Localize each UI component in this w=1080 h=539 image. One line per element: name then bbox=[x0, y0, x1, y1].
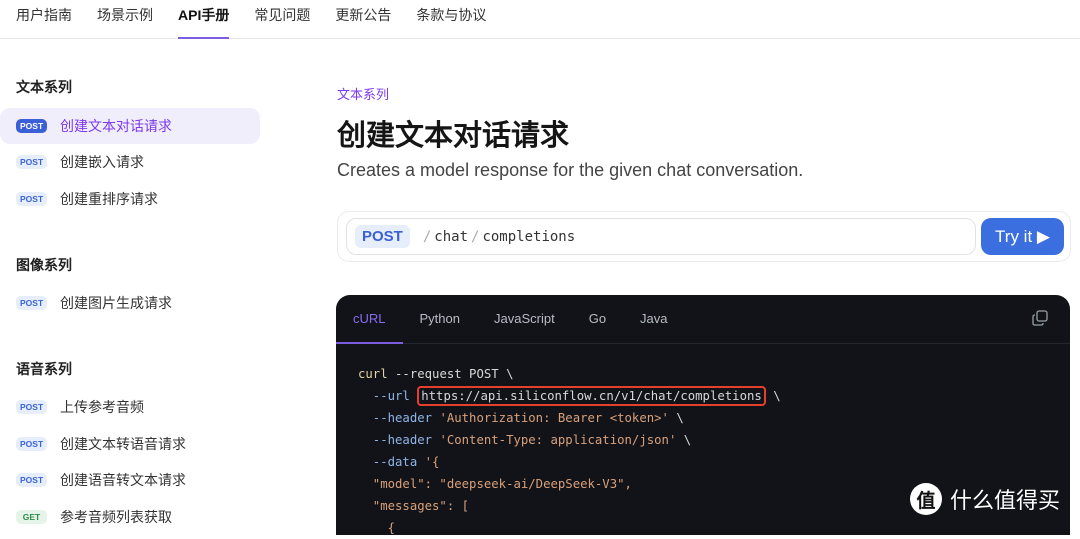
page-description: Creates a model response for the given c… bbox=[337, 160, 804, 180]
sidebar-item[interactable]: POST 创建图片生成请求 bbox=[0, 285, 260, 321]
tab-go[interactable]: Go bbox=[572, 295, 623, 343]
sidebar-item[interactable]: POST 创建嵌入请求 bbox=[0, 144, 260, 180]
nav-user-guide[interactable]: 用户指南 bbox=[16, 0, 72, 39]
code-token: \ bbox=[676, 433, 692, 447]
code-token: '{ bbox=[424, 455, 440, 469]
language-tabs: cURL Python JavaScript Go Java bbox=[336, 295, 1070, 344]
code-token: 'Content-Type: application/json' bbox=[439, 433, 677, 447]
tab-curl[interactable]: cURL bbox=[336, 295, 403, 344]
code-token: --url bbox=[358, 389, 418, 403]
try-it-button[interactable]: Try it ▶ bbox=[981, 218, 1064, 255]
sidebar-item[interactable]: POST 创建文本对话请求 bbox=[0, 108, 260, 144]
tab-python[interactable]: Python bbox=[403, 295, 477, 343]
sidebar-item-label: 上传参考音频 bbox=[60, 399, 144, 415]
sidebar-item[interactable]: POST 上传参考音频 bbox=[0, 389, 260, 425]
sidebar-item[interactable]: GET 参考音频列表获取 bbox=[0, 499, 260, 535]
method-badge: POST bbox=[16, 155, 47, 169]
code-token: --data bbox=[358, 455, 425, 469]
code-token: --request POST \ bbox=[387, 367, 514, 381]
sidebar-item[interactable]: POST 创建文本转语音请求 bbox=[0, 426, 260, 462]
code-token: 'Authorization: Bearer <token>' bbox=[439, 411, 669, 425]
section-heading: 文本系列 bbox=[16, 79, 72, 95]
section-heading: 图像系列 bbox=[16, 257, 72, 273]
code-token: { bbox=[358, 521, 396, 535]
copy-icon[interactable] bbox=[1032, 310, 1048, 326]
sidebar-item-label: 创建文本转语音请求 bbox=[60, 436, 186, 452]
method-badge: POST bbox=[16, 437, 47, 451]
method-badge: POST bbox=[16, 400, 47, 414]
tab-javascript[interactable]: JavaScript bbox=[477, 295, 572, 343]
endpoint-bar: POST / chat / completions Try it ▶ bbox=[337, 211, 1071, 262]
top-nav: 用户指南 场景示例 API手册 常见问题 更新公告 条款与协议 bbox=[0, 0, 1080, 39]
watermark: 值 什么值得买 bbox=[910, 483, 1060, 515]
method-badge: POST bbox=[16, 192, 47, 206]
sidebar-item[interactable]: POST 创建语音转文本请求 bbox=[0, 462, 260, 498]
method-badge: GET bbox=[16, 510, 47, 524]
nav-faq[interactable]: 常见问题 bbox=[254, 0, 310, 39]
sidebar-item-label: 创建文本对话请求 bbox=[60, 118, 172, 134]
endpoint-path[interactable]: POST / chat / completions bbox=[346, 218, 976, 255]
watermark-text: 什么值得买 bbox=[950, 488, 1061, 513]
code-token: \ bbox=[765, 389, 781, 403]
sidebar-item-label: 创建语音转文本请求 bbox=[60, 472, 186, 488]
path-segment: chat bbox=[434, 228, 468, 245]
nav-terms[interactable]: 条款与协议 bbox=[416, 0, 486, 39]
sidebar-item-label: 创建嵌入请求 bbox=[60, 154, 144, 170]
highlighted-url: https://api.siliconflow.cn/v1/chat/compl… bbox=[417, 386, 766, 406]
sidebar-item-label: 创建重排序请求 bbox=[60, 191, 158, 207]
code-token: "model": "deepseek-ai/DeepSeek-V3", bbox=[358, 477, 632, 491]
sidebar-item-label: 创建图片生成请求 bbox=[60, 295, 172, 311]
method-badge: POST bbox=[355, 225, 410, 248]
method-badge: POST bbox=[16, 473, 47, 487]
method-badge: POST bbox=[16, 119, 47, 133]
sidebar-item-label: 参考音频列表获取 bbox=[60, 509, 172, 525]
method-badge: POST bbox=[16, 296, 47, 310]
code-token: \ bbox=[668, 411, 684, 425]
code-token: "messages": [ bbox=[358, 499, 470, 513]
nav-scenarios[interactable]: 场景示例 bbox=[97, 0, 153, 39]
page-title: 创建文本对话请求 bbox=[337, 120, 570, 152]
category-label: 文本系列 bbox=[337, 87, 390, 102]
tab-java[interactable]: Java bbox=[623, 295, 684, 343]
path-segment: completions bbox=[482, 228, 576, 245]
sidebar-item[interactable]: POST 创建重排序请求 bbox=[0, 181, 260, 217]
section-heading: 语音系列 bbox=[16, 361, 72, 377]
watermark-logo-icon: 值 bbox=[910, 483, 942, 515]
nav-api-manual[interactable]: API手册 bbox=[178, 0, 230, 39]
code-token: --header bbox=[358, 411, 440, 425]
nav-updates[interactable]: 更新公告 bbox=[335, 0, 391, 39]
code-token: curl bbox=[358, 367, 388, 381]
code-token: --header bbox=[358, 433, 440, 447]
code-block: curl --request POST \ --url https://api.… bbox=[358, 363, 781, 539]
